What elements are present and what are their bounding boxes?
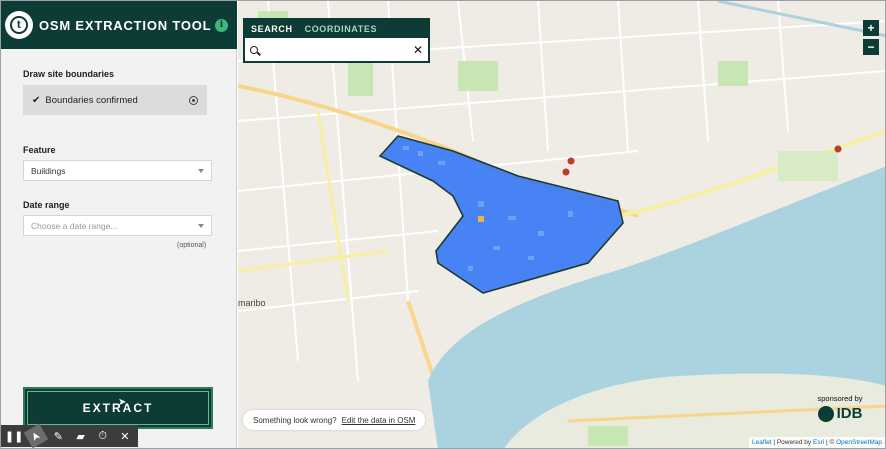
info-icon[interactable]: i bbox=[215, 18, 228, 32]
search-widget: SEARCH COORDINATES ✕ bbox=[243, 18, 430, 63]
close-icon[interactable]: ✕ bbox=[413, 43, 423, 57]
extract-button[interactable]: EXTRACT bbox=[23, 387, 213, 429]
poi-marker-icon[interactable] bbox=[562, 168, 570, 176]
date-range-select[interactable]: Choose a date range... bbox=[23, 215, 212, 236]
poi-marker-icon[interactable] bbox=[567, 157, 575, 165]
poi-marker-icon[interactable] bbox=[834, 145, 842, 153]
app-title: OSM EXTRACTION TOOL bbox=[39, 17, 212, 33]
clear-boundary-icon[interactable] bbox=[189, 95, 198, 105]
app-window: t OSM EXTRACTION TOOL i Draw site bounda… bbox=[0, 0, 886, 449]
boundaries-status-text: Boundaries confirmed bbox=[45, 94, 138, 106]
map-canvas[interactable]: maribo bbox=[238, 1, 886, 449]
park bbox=[778, 151, 838, 181]
sidebar: t OSM EXTRACTION TOOL i Draw site bounda… bbox=[1, 1, 237, 448]
check-icon: ✔ bbox=[32, 94, 41, 106]
park bbox=[458, 61, 498, 91]
tab-coordinates[interactable]: COORDINATES bbox=[305, 24, 377, 34]
optional-note: (optional) bbox=[177, 242, 207, 249]
idb-logo: IDB bbox=[809, 405, 871, 422]
feature-select-value: Buildings bbox=[31, 165, 66, 176]
search-tabs: SEARCH COORDINATES bbox=[245, 20, 428, 38]
feedback-bar: Something look wrong? Edit the data in O… bbox=[243, 410, 426, 430]
zoom-in-button[interactable]: + bbox=[863, 20, 879, 36]
pen-icon[interactable]: ✎ bbox=[49, 427, 67, 445]
leaflet-link[interactable]: Leaflet bbox=[752, 439, 772, 446]
chevron-down-icon bbox=[198, 168, 204, 173]
place-label: maribo bbox=[238, 298, 266, 308]
app-logo: t bbox=[5, 11, 33, 39]
timer-icon[interactable]: ⏱ bbox=[94, 427, 112, 445]
highlighter-icon[interactable]: ▰ bbox=[72, 427, 90, 445]
date-range-placeholder: Choose a date range... bbox=[31, 220, 118, 231]
park bbox=[348, 61, 373, 96]
close-icon[interactable]: ✕ bbox=[116, 427, 134, 445]
pointer-icon[interactable]: ➤ bbox=[23, 423, 49, 448]
map-attribution: Leaflet | Powered by Esri | © OpenStreet… bbox=[749, 437, 885, 448]
mouse-cursor-icon: ➤ bbox=[118, 397, 127, 408]
landmark-marker bbox=[478, 216, 484, 222]
screen-recorder-toolbar: ❚❚ ➤ ✎ ▰ ⏱ ✕ bbox=[1, 423, 138, 448]
idb-logo-text: IDB bbox=[836, 405, 863, 422]
feature-label: Feature bbox=[23, 145, 56, 155]
feature-select[interactable]: Buildings bbox=[23, 160, 212, 181]
logo-mark: t bbox=[10, 16, 28, 34]
attribution-powered: | Powered by bbox=[773, 439, 812, 446]
osm-link[interactable]: OpenStreetMap bbox=[836, 439, 882, 446]
boundaries-label: Draw site boundaries bbox=[23, 69, 115, 79]
zoom-out-button[interactable]: − bbox=[863, 39, 879, 55]
park bbox=[588, 426, 628, 446]
feedback-text: Something look wrong? bbox=[253, 415, 337, 425]
pause-icon[interactable]: ❚❚ bbox=[5, 427, 23, 445]
date-range-label: Date range bbox=[23, 200, 70, 210]
search-input[interactable] bbox=[262, 40, 413, 59]
search-row: ✕ bbox=[245, 38, 428, 61]
chevron-down-icon bbox=[198, 223, 204, 228]
app-header: t OSM EXTRACTION TOOL i bbox=[1, 1, 237, 49]
attribution-sep: | © bbox=[826, 439, 835, 446]
map-view[interactable]: maribo Something look wrong? Edit the da… bbox=[238, 1, 886, 449]
edit-osm-link[interactable]: Edit the data in OSM bbox=[342, 416, 416, 425]
idb-logo-icon bbox=[817, 405, 834, 422]
park bbox=[718, 61, 748, 86]
tab-search[interactable]: SEARCH bbox=[251, 24, 293, 34]
sponsor-badge: sponsored by IDB bbox=[809, 394, 871, 422]
esri-link[interactable]: Esri bbox=[813, 439, 824, 446]
boundaries-status: ✔ Boundaries confirmed bbox=[23, 85, 207, 115]
search-icon bbox=[250, 45, 258, 54]
sponsor-text: sponsored by bbox=[817, 394, 863, 403]
